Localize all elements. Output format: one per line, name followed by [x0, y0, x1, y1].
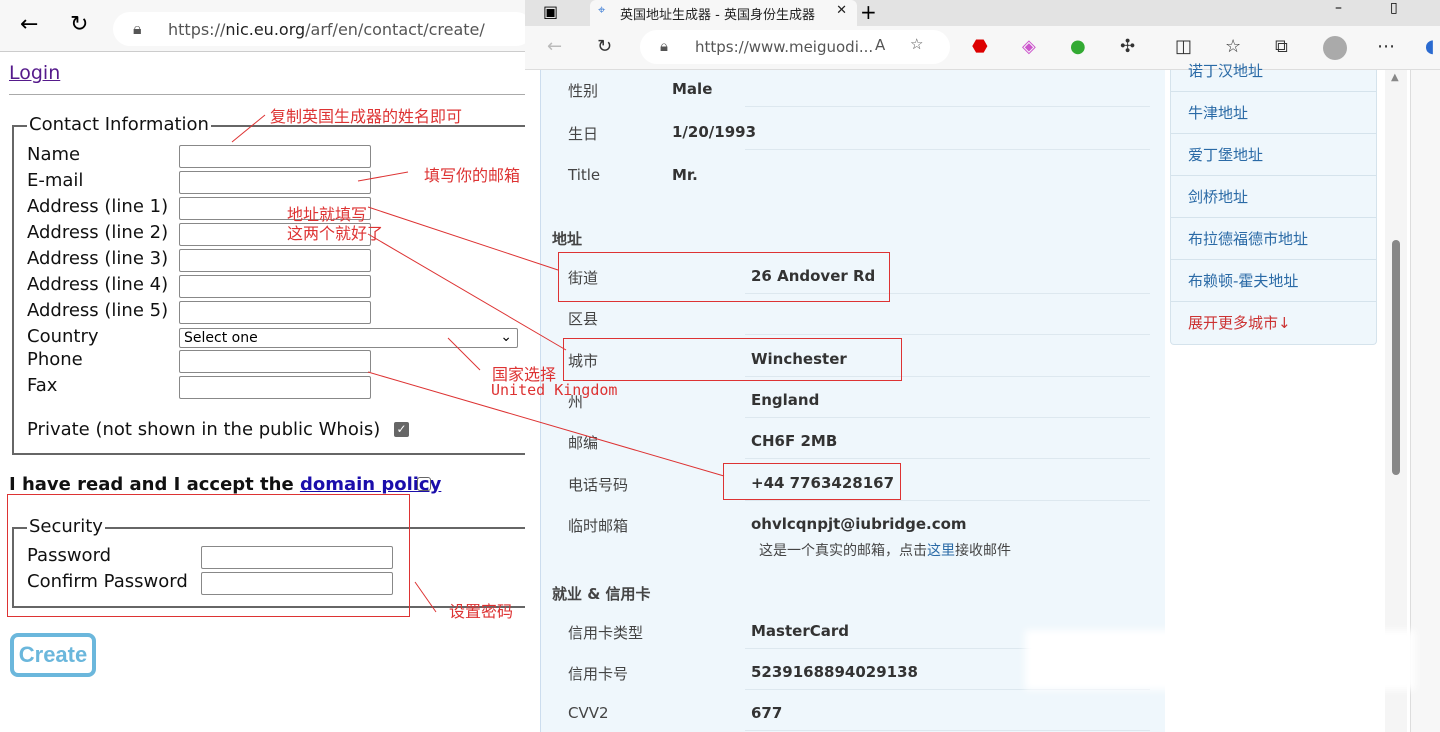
arrow-city	[367, 233, 567, 351]
arrow-country	[447, 337, 481, 371]
annotation-country-2: United Kingdom	[491, 381, 618, 399]
annotation-address-2: 这两个就好了	[287, 224, 384, 243]
arrow-street	[367, 206, 559, 271]
annotation-arrows	[231, 114, 725, 613]
annotation-name: 复制英国生成器的姓名即可	[270, 107, 463, 126]
annotation-password: 设置密码	[449, 602, 514, 621]
arrow-password	[414, 581, 437, 613]
annotation-email: 填写你的邮箱	[424, 166, 521, 185]
arrow-email	[357, 171, 409, 182]
arrow-name	[231, 114, 266, 143]
